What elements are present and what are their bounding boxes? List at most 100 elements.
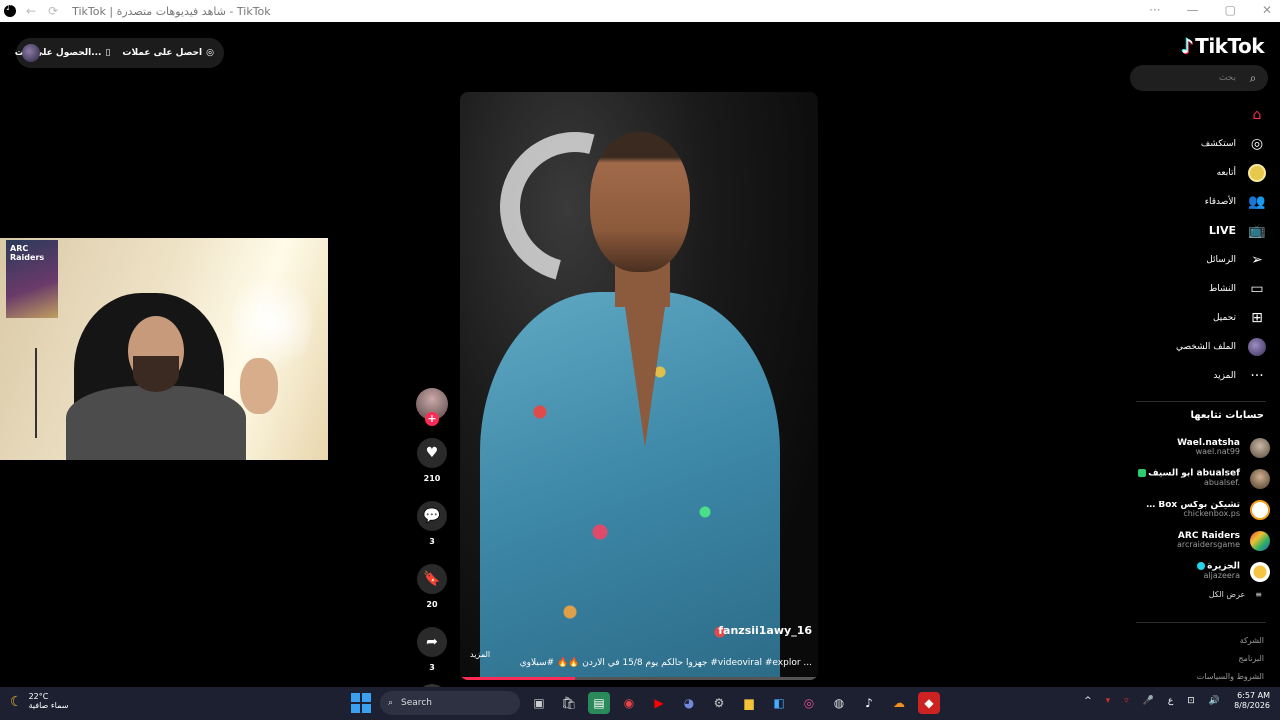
share-count: 3 (429, 663, 435, 672)
avatar (1250, 437, 1270, 458)
following-account[interactable]: الجزيرة aljazeera (1120, 556, 1270, 587)
tiktok-app: الحصول على الت... ▯ احصل على عملات ◎ ♪ T… (0, 22, 1280, 687)
steam-icon[interactable]: ⚙ (708, 692, 730, 714)
weather-text: 22°C سماء صافية (29, 692, 69, 711)
following-avatar-icon (1248, 163, 1266, 182)
folder-icon[interactable]: ▆ (738, 692, 760, 714)
sidebar-nav: ⌂ استكشف ◎ أتابعه الأصدقاء 👥 LIVE 📺 الرس… (1116, 100, 1266, 390)
sidebar-item-home[interactable]: ⌂ (1116, 100, 1266, 129)
taskbar-search[interactable]: ⌕ Search (380, 691, 520, 715)
sidebar-item-activity[interactable]: النشاط ▭ (1116, 274, 1266, 303)
following-account[interactable]: ARC Raiders arcraidersgame (1120, 525, 1270, 556)
sidebar-item-explore[interactable]: استكشف ◎ (1116, 129, 1266, 158)
clock[interactable]: 6:57 AM 8/8/2026 (1234, 691, 1270, 711)
follow-plus-icon[interactable]: + (425, 412, 439, 426)
windows-taskbar: ☾ 22°C سماء صافية ⌕ Search ▣ 🛍 ▤ ◉ ▶ ◕ ⚙… (0, 687, 1280, 720)
footer-link-program[interactable]: البرنامج (1197, 650, 1264, 668)
get-coins-label: احصل على عملات (122, 48, 203, 58)
brave-icon[interactable]: ◆ (918, 692, 940, 714)
sidebar-item-live[interactable]: LIVE 📺 (1116, 216, 1266, 245)
person-beard (133, 356, 179, 392)
creator-avatar[interactable]: + (416, 388, 448, 426)
see-all-button[interactable]: عرض الكل ≡ (1209, 590, 1262, 599)
bookmark-icon: 🔖 (417, 564, 447, 594)
close-icon[interactable]: ✕ (1262, 3, 1272, 17)
coin-icon: ◎ (206, 48, 214, 58)
home-icon: ⌂ (1252, 106, 1262, 123)
system-tray: ^ ▾ ▿ 🎤 ع ⊡ 🔊 6:57 AM 8/8/2026 (1084, 691, 1270, 711)
lamp (35, 348, 37, 438)
account-username: aljazeera (1203, 571, 1240, 581)
store-icon[interactable]: 🛍 (558, 692, 580, 714)
get-coins-button[interactable]: احصل على عملات ◎ (122, 48, 214, 58)
sidebar-item-label: الرسائل (1206, 254, 1236, 265)
sidebar-item-upload[interactable]: تحميل ⊞ (1116, 303, 1266, 332)
video-progress-bar[interactable] (460, 677, 818, 680)
network-icon[interactable]: ⊡ (1187, 696, 1195, 706)
avatar (1250, 530, 1270, 551)
chevron-up-icon[interactable]: ^ (1084, 696, 1092, 706)
tiktok-logo[interactable]: ♪ TikTok (1181, 34, 1265, 58)
sidebar-item-messages[interactable]: الرسائل ➢ (1116, 245, 1266, 274)
account-username: abualsef. (1203, 478, 1240, 488)
share-action[interactable]: ➦ 3 (414, 627, 450, 672)
search-icon[interactable]: ⌕ (1246, 71, 1260, 85)
maximize-icon[interactable]: ▢ (1225, 3, 1236, 17)
arrow-left-icon[interactable]: ← (26, 4, 36, 18)
tray-app-icon-2[interactable]: ▿ (1124, 696, 1129, 706)
like-action[interactable]: ♥ 210 (414, 438, 450, 483)
save-action[interactable]: 🔖 20 (414, 564, 450, 609)
weather-widget[interactable]: ☾ 22°C سماء صافية (10, 692, 69, 711)
volume-icon[interactable]: 🔊 (1209, 696, 1220, 706)
video-description: جهزوا حالكم يوم 15/8 في الاردن 🔥🔥 #سبلاو… (519, 658, 812, 668)
sidebar-divider (1136, 622, 1266, 623)
following-account[interactable]: تشيكن بوكس Chicken Box chickenbox.ps (1120, 494, 1270, 525)
poster-text: ARC Raiders (10, 244, 45, 262)
friends-icon: 👥 (1248, 193, 1266, 210)
following-account[interactable]: ابو السيف abualsef abualsef. (1120, 463, 1270, 494)
account-text: ابو السيف abualsef abualsef. (1138, 469, 1240, 487)
caption-more-button[interactable]: المزيد (470, 650, 490, 659)
more-options-icon[interactable]: ··· (1149, 3, 1160, 17)
language-indicator[interactable]: ع (1168, 696, 1173, 706)
account-username: chickenbox.ps (1183, 509, 1240, 519)
monday-icon[interactable]: ◧ (768, 692, 790, 714)
video-progress-fill (460, 677, 575, 680)
window-title: TikTok | شاهد فيديوهات متصدرة - TikTok (72, 4, 271, 18)
search-input[interactable] (1146, 73, 1236, 83)
save-count: 20 (426, 600, 438, 609)
tiktok-icon[interactable]: ♪ (858, 692, 880, 714)
obs-icon[interactable]: ◍ (828, 692, 850, 714)
following-account[interactable]: Wael.natsha wael.nat99 (1120, 432, 1270, 463)
sidebar-item-label: الملف الشخصي (1176, 341, 1236, 352)
sidebar-item-label: الأصدقاء (1204, 196, 1236, 207)
youtube-icon[interactable]: ▶ (648, 692, 670, 714)
sidebar-item-friends[interactable]: الأصدقاء 👥 (1116, 187, 1266, 216)
footer-link-company[interactable]: الشركة (1197, 632, 1264, 650)
start-button[interactable] (350, 692, 372, 714)
reload-icon[interactable]: ⟳ (48, 4, 58, 18)
video-author[interactable]: fanzsii1awy_16 (718, 624, 812, 637)
sidebar-item-label: LIVE (1208, 224, 1236, 237)
app-icon[interactable]: ▤ (588, 692, 610, 714)
cloud-icon[interactable]: ☁ (888, 692, 910, 714)
footer-links: الشركة البرنامج الشروط والسياسات (1197, 632, 1264, 686)
task-view-icon[interactable]: ▣ (528, 692, 550, 714)
sidebar-item-label: استكشف (1200, 138, 1236, 149)
minimize-icon[interactable]: — (1187, 3, 1199, 17)
instagram-icon[interactable]: ◎ (798, 692, 820, 714)
chrome-icon[interactable]: ◉ (618, 692, 640, 714)
microphone-icon[interactable]: 🎤 (1143, 696, 1154, 706)
avatar[interactable] (22, 44, 40, 62)
comment-action[interactable]: 💬 3 (414, 501, 450, 546)
avatar (1250, 468, 1270, 489)
footer-link-terms[interactable]: الشروط والسياسات (1197, 668, 1264, 686)
video-player[interactable]: fanzsii1awy_16 المزيد جهزوا حالكم يوم 15… (460, 92, 818, 680)
sidebar-item-profile[interactable]: الملف الشخصي (1116, 332, 1266, 361)
discord-icon[interactable]: ◕ (678, 692, 700, 714)
clock-time: 6:57 AM (1237, 691, 1270, 700)
verified-badge-icon (1197, 562, 1206, 571)
tray-app-icon[interactable]: ▾ (1106, 696, 1111, 706)
sidebar-item-following[interactable]: أتابعه (1116, 158, 1266, 187)
sidebar-item-more[interactable]: المزيد ··· (1116, 361, 1266, 390)
